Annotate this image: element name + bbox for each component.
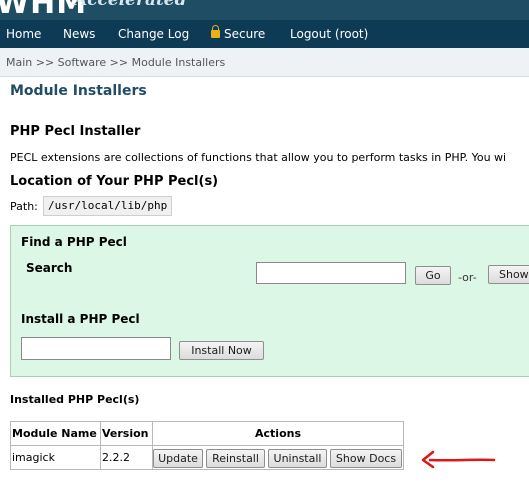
annotation-arrow-icon: [421, 450, 496, 469]
search-label: Search: [26, 261, 73, 275]
installed-title: Installed PHP Pecl(s): [10, 393, 140, 406]
column-header-module-name: Module Name: [10, 421, 101, 446]
show-docs-button[interactable]: Show Docs: [330, 449, 402, 468]
installed-table: Module Name Version Actions imagick 2.2.…: [10, 421, 404, 470]
actions-cell: Update Reinstall Uninstall Show Docs: [152, 445, 404, 470]
uninstall-button[interactable]: Uninstall: [268, 449, 327, 468]
reinstall-button[interactable]: Reinstall: [206, 449, 265, 468]
install-input[interactable]: [21, 337, 171, 360]
breadcrumb: Main >> Software >> Module Installers: [6, 56, 226, 69]
show-all-button[interactable]: Show: [488, 265, 529, 284]
go-button[interactable]: Go: [415, 266, 451, 285]
section-description: PECL extensions are collections of funct…: [10, 151, 507, 164]
lock-icon: [211, 25, 220, 38]
nav-home[interactable]: Home: [6, 27, 41, 41]
table-header-row: Module Name Version Actions: [10, 421, 404, 446]
page-title: Module Installers: [10, 83, 147, 99]
path-label: Path:: [10, 200, 38, 213]
install-now-button[interactable]: Install Now: [179, 341, 264, 360]
nav-secure-label: Secure: [224, 27, 266, 41]
install-title: Install a PHP Pecl: [21, 312, 140, 326]
nav-news[interactable]: News: [63, 27, 95, 41]
breadcrumb-bar: Main >> Software >> Module Installers: [0, 48, 529, 77]
section-title: PHP Pecl Installer: [10, 124, 141, 139]
search-input[interactable]: [256, 262, 406, 284]
module-version-cell: 2.2.2: [100, 445, 153, 470]
nav-secure[interactable]: Secure: [211, 25, 266, 41]
nav-change-log[interactable]: Change Log: [118, 27, 189, 41]
column-header-version: Version: [100, 421, 153, 446]
nav-logout[interactable]: Logout (root): [290, 27, 368, 41]
find-title: Find a PHP Pecl: [21, 235, 127, 249]
update-button[interactable]: Update: [153, 449, 203, 468]
path-value: /usr/local/lib/php: [43, 196, 173, 216]
location-title: Location of Your PHP Pecl(s): [10, 174, 219, 189]
module-name-cell: imagick: [10, 445, 101, 470]
top-nav: Home News Change Log Secure Logout (root…: [0, 20, 529, 48]
logo-subtitle: Accelerated: [74, 0, 187, 10]
or-separator: -or-: [458, 271, 477, 284]
table-row: imagick 2.2.2 Update Reinstall Uninstall…: [10, 445, 404, 470]
header-banner: WHM Accelerated: [0, 0, 529, 20]
column-header-actions: Actions: [152, 421, 404, 446]
